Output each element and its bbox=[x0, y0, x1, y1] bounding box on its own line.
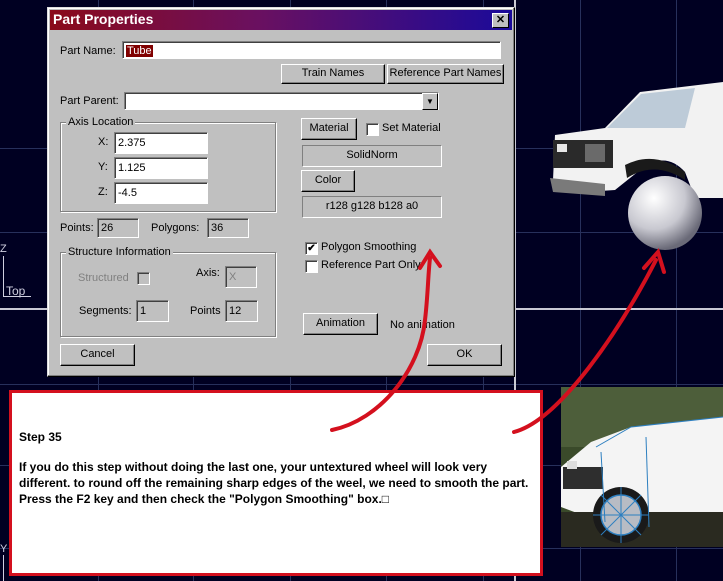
arrow-to-wheel bbox=[512, 258, 658, 434]
arrow-to-polygon-smoothing bbox=[330, 256, 432, 432]
annotation-arrows bbox=[330, 247, 666, 434]
